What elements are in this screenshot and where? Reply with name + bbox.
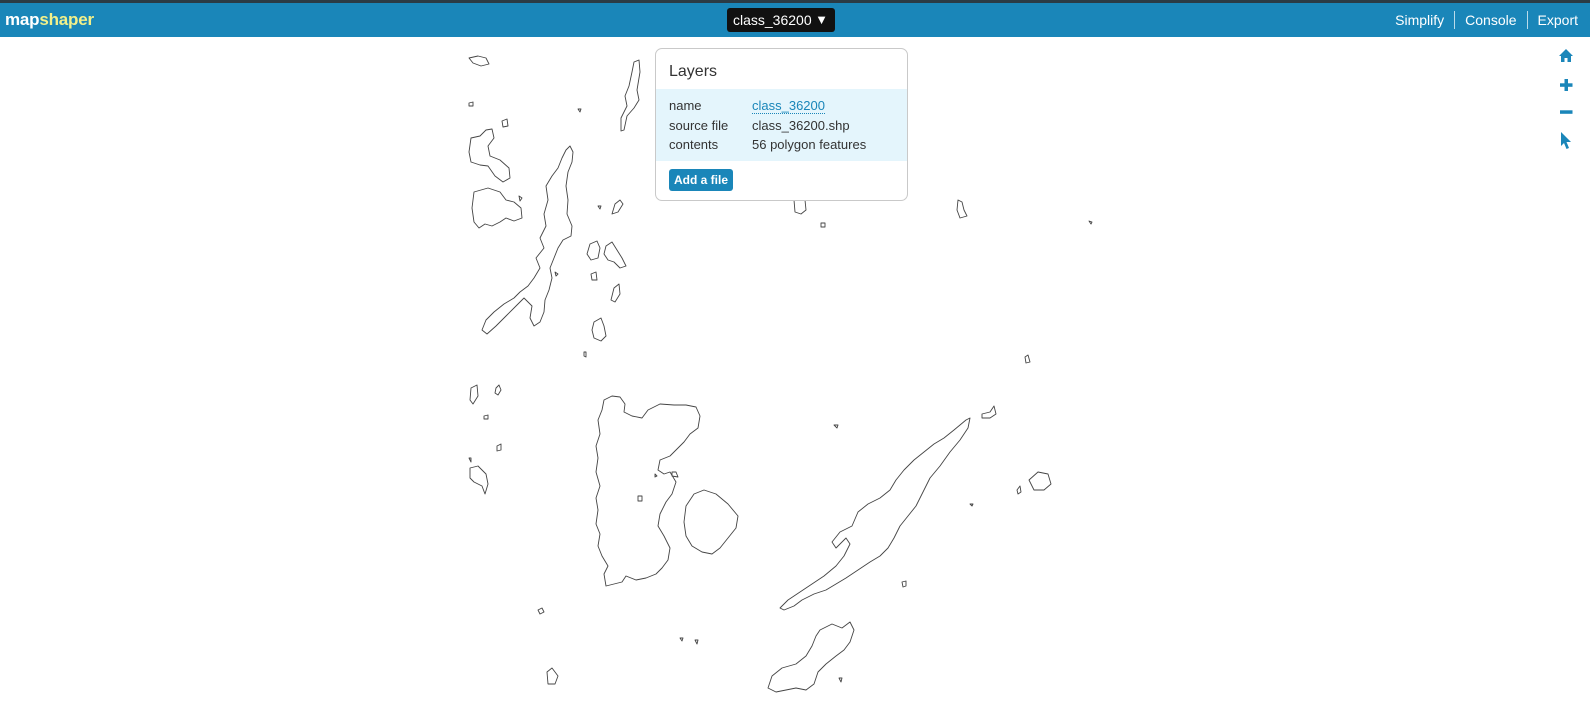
polygon-feature[interactable] (1024, 354, 1031, 364)
console-button[interactable]: Console (1454, 11, 1526, 29)
polygon-feature[interactable] (468, 55, 490, 67)
polygon-feature[interactable] (577, 108, 582, 113)
polygon-feature[interactable] (469, 465, 489, 495)
polygon-feature[interactable] (591, 317, 607, 342)
polygon-feature[interactable] (820, 222, 826, 228)
polygon-feature[interactable] (679, 637, 684, 642)
polygon-feature[interactable] (483, 414, 489, 420)
polygon-feature[interactable] (501, 118, 509, 128)
top-bar: mapshaper class_36200 ▼ Simplify Console… (0, 0, 1590, 37)
polygon-feature[interactable] (590, 271, 598, 281)
polygon-feature[interactable] (494, 384, 502, 396)
polygon-feature[interactable] (694, 639, 699, 645)
export-button[interactable]: Export (1526, 11, 1590, 29)
polygon-feature[interactable] (586, 240, 601, 261)
panel-title: Layers (669, 63, 718, 80)
polygon-feature[interactable] (637, 495, 643, 502)
polygon-feature[interactable] (620, 59, 641, 132)
polygon-feature[interactable] (537, 607, 545, 615)
layer-info-box[interactable]: name class_36200 source file class_36200… (656, 89, 907, 161)
polygon-feature[interactable] (518, 195, 523, 202)
zoom-in-icon[interactable] (1556, 75, 1576, 95)
polygon-feature[interactable] (554, 271, 559, 277)
polygon-feature[interactable] (981, 405, 997, 419)
polygon-feature[interactable] (610, 283, 621, 303)
chevron-down-icon: ▼ (815, 12, 828, 27)
layer-key: contents (669, 137, 719, 152)
polygon-feature[interactable] (496, 443, 502, 452)
layer-value: 56 polygon features (752, 137, 867, 152)
logo-text-map: map (5, 10, 40, 29)
polygon-feature[interactable] (1016, 485, 1022, 495)
layer-key: name (669, 98, 702, 113)
polygon-feature[interactable] (1088, 220, 1093, 225)
layer-key: source file (669, 118, 729, 133)
polygon-feature[interactable] (468, 101, 474, 107)
layer-selector-dropdown[interactable]: class_36200 ▼ (727, 8, 835, 32)
polygon-feature[interactable] (779, 417, 971, 611)
polygon-feature[interactable] (597, 205, 602, 210)
polygon-feature[interactable] (654, 473, 658, 478)
polygon-feature[interactable] (546, 667, 559, 685)
main-menu: Simplify Console Export (1385, 3, 1590, 37)
polygon-feature[interactable] (583, 351, 587, 358)
polygon-feature[interactable] (469, 384, 479, 405)
app-logo: mapshaper (5, 10, 94, 30)
polygon-feature[interactable] (683, 489, 739, 555)
polygon-feature[interactable] (969, 503, 974, 507)
polygon-feature[interactable] (468, 457, 472, 463)
polygon-feature[interactable] (471, 187, 523, 229)
layer-value: class_36200.shp (752, 118, 850, 133)
polygon-feature[interactable] (956, 199, 968, 219)
polygon-feature[interactable] (603, 241, 627, 269)
select-pointer-icon[interactable] (1556, 130, 1576, 150)
polygon-feature[interactable] (468, 128, 511, 183)
add-file-button[interactable]: Add a file (669, 169, 733, 191)
logo-text-shaper: shaper (39, 10, 94, 29)
layer-selector-value: class_36200 (733, 12, 812, 28)
layer-name-link[interactable]: class_36200 (752, 98, 825, 114)
polygon-feature[interactable] (838, 677, 843, 683)
simplify-button[interactable]: Simplify (1385, 11, 1454, 29)
layers-panel: Layers name class_36200 source file clas… (655, 48, 908, 201)
zoom-out-icon[interactable] (1556, 102, 1576, 122)
polygon-feature[interactable] (671, 471, 679, 478)
home-icon[interactable] (1556, 46, 1576, 66)
polygon-feature[interactable] (595, 395, 701, 587)
polygon-feature[interactable] (833, 424, 839, 429)
polygon-feature[interactable] (611, 199, 624, 215)
polygon-feature[interactable] (1028, 471, 1052, 491)
polygon-feature[interactable] (901, 580, 907, 588)
polygon-feature[interactable] (481, 145, 574, 335)
polygon-feature[interactable] (793, 199, 807, 215)
